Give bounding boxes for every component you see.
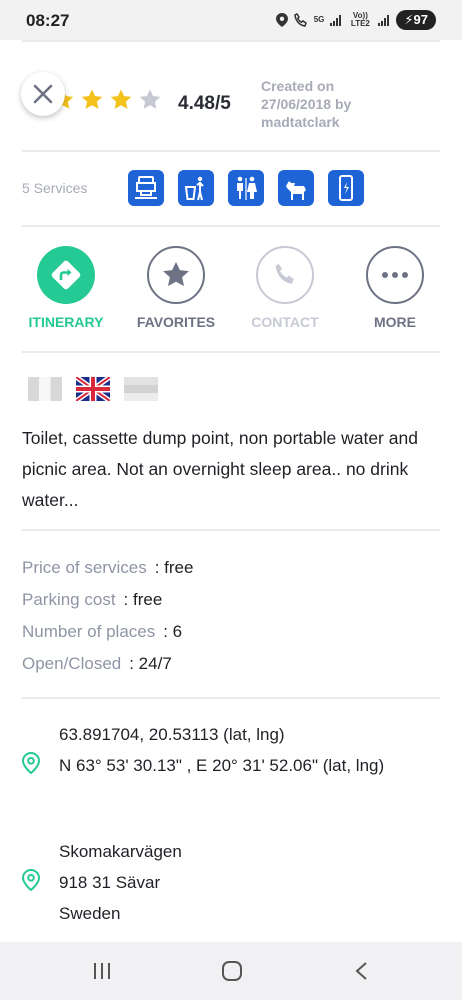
address-street: Skomakarvägen [59, 842, 182, 861]
divider [22, 40, 440, 42]
address-postal-city: 918 31 Sävar [59, 873, 161, 892]
italian-flag-icon[interactable] [28, 377, 62, 401]
volte-label: Vo)) LTE2 [350, 11, 370, 28]
created-info: Created on 27/06/2018 by madtatclark [261, 77, 431, 131]
parking-label: Parking cost [22, 590, 116, 609]
price-value: : free [154, 558, 194, 577]
home-icon[interactable] [221, 960, 243, 982]
status-time: 08:27 [26, 11, 70, 30]
star-icon [110, 89, 132, 109]
divider [22, 150, 440, 152]
directions-icon [37, 246, 95, 304]
info-row: Parking cost : free [22, 584, 193, 616]
contact-label: CONTACT [251, 314, 319, 330]
star-icon [81, 89, 103, 109]
info-row: Price of services : free [22, 552, 193, 584]
recent-apps-icon[interactable] [92, 961, 112, 981]
coordinates[interactable]: 63.891704, 20.53113 (lat, lng) N 63° 53'… [59, 719, 384, 781]
coordinates-decimal: 63.891704, 20.53113 (lat, lng) [59, 725, 285, 744]
language-flags [28, 377, 158, 401]
dog-icon[interactable] [278, 170, 314, 206]
call-icon [293, 13, 307, 27]
close-button[interactable] [21, 72, 65, 116]
star-empty-icon [139, 89, 161, 109]
created-on-label: Created on [261, 78, 335, 94]
location-pin-icon [22, 752, 40, 774]
battery-indicator: ⚡97 [396, 10, 436, 30]
open-closed-label: Open/Closed [22, 654, 122, 673]
divider [22, 529, 440, 531]
phone-icon [256, 246, 314, 304]
info-row: Number of places : 6 [22, 616, 193, 648]
itinerary-label: ITINERARY [28, 314, 104, 330]
more-button[interactable]: MORE [340, 246, 450, 330]
battery-level: 97 [413, 12, 428, 27]
star-icon [147, 246, 205, 304]
services-count-label: 5 Services [22, 180, 88, 196]
network-5g-label: 5G [313, 15, 325, 24]
open-closed-value: : 24/7 [129, 654, 172, 673]
price-label: Price of services [22, 558, 147, 577]
favorites-button[interactable]: FAVORITES [121, 246, 231, 330]
location-pin-icon [22, 869, 40, 891]
more-icon [366, 246, 424, 304]
more-label: MORE [374, 314, 416, 330]
coordinates-dms: N 63° 53' 30.13" , E 20° 31' 52.06" (lat… [59, 756, 385, 775]
address[interactable]: Skomakarvägen 918 31 Sävar Sweden [59, 836, 182, 929]
itinerary-button[interactable]: ITINERARY [11, 246, 121, 330]
places-label: Number of places [22, 622, 156, 641]
info-row: Open/Closed : 24/7 [22, 648, 193, 680]
favorites-label: FAVORITES [136, 314, 216, 330]
other-flag-icon[interactable] [124, 377, 158, 401]
rating-value: 4.48/5 [178, 93, 231, 114]
services-list [128, 170, 364, 206]
back-icon[interactable] [353, 961, 369, 981]
status-icons: 5G Vo)) LTE2 ⚡97 [275, 10, 436, 30]
divider [22, 697, 440, 699]
parking-value: : free [123, 590, 163, 609]
phone-charging-icon[interactable] [328, 170, 364, 206]
trash-icon[interactable] [178, 170, 214, 206]
divider [22, 225, 440, 227]
signal-icon-2 [378, 15, 390, 26]
action-bar: ITINERARY FAVORITES CONTACT MORE [0, 246, 462, 336]
places-value: : 6 [163, 622, 183, 641]
system-nav-bar [0, 942, 462, 1000]
cassette-dump-icon[interactable] [128, 170, 164, 206]
location-icon [275, 13, 288, 27]
divider [22, 351, 440, 353]
signal-icon [330, 15, 342, 26]
contact-button[interactable]: CONTACT [230, 246, 340, 330]
created-date: 27/06/2018 by [261, 96, 352, 112]
created-author[interactable]: madtatclark [261, 113, 431, 131]
toilet-icon[interactable] [228, 170, 264, 206]
address-country: Sweden [59, 904, 121, 923]
uk-flag-icon[interactable] [76, 377, 110, 401]
close-icon [33, 84, 53, 104]
info-list: Price of services : free Parking cost : … [22, 552, 193, 680]
status-bar: 08:27 5G Vo)) LTE2 ⚡97 [0, 0, 462, 40]
description: Toilet, cassette dump point, non portabl… [22, 428, 418, 510]
